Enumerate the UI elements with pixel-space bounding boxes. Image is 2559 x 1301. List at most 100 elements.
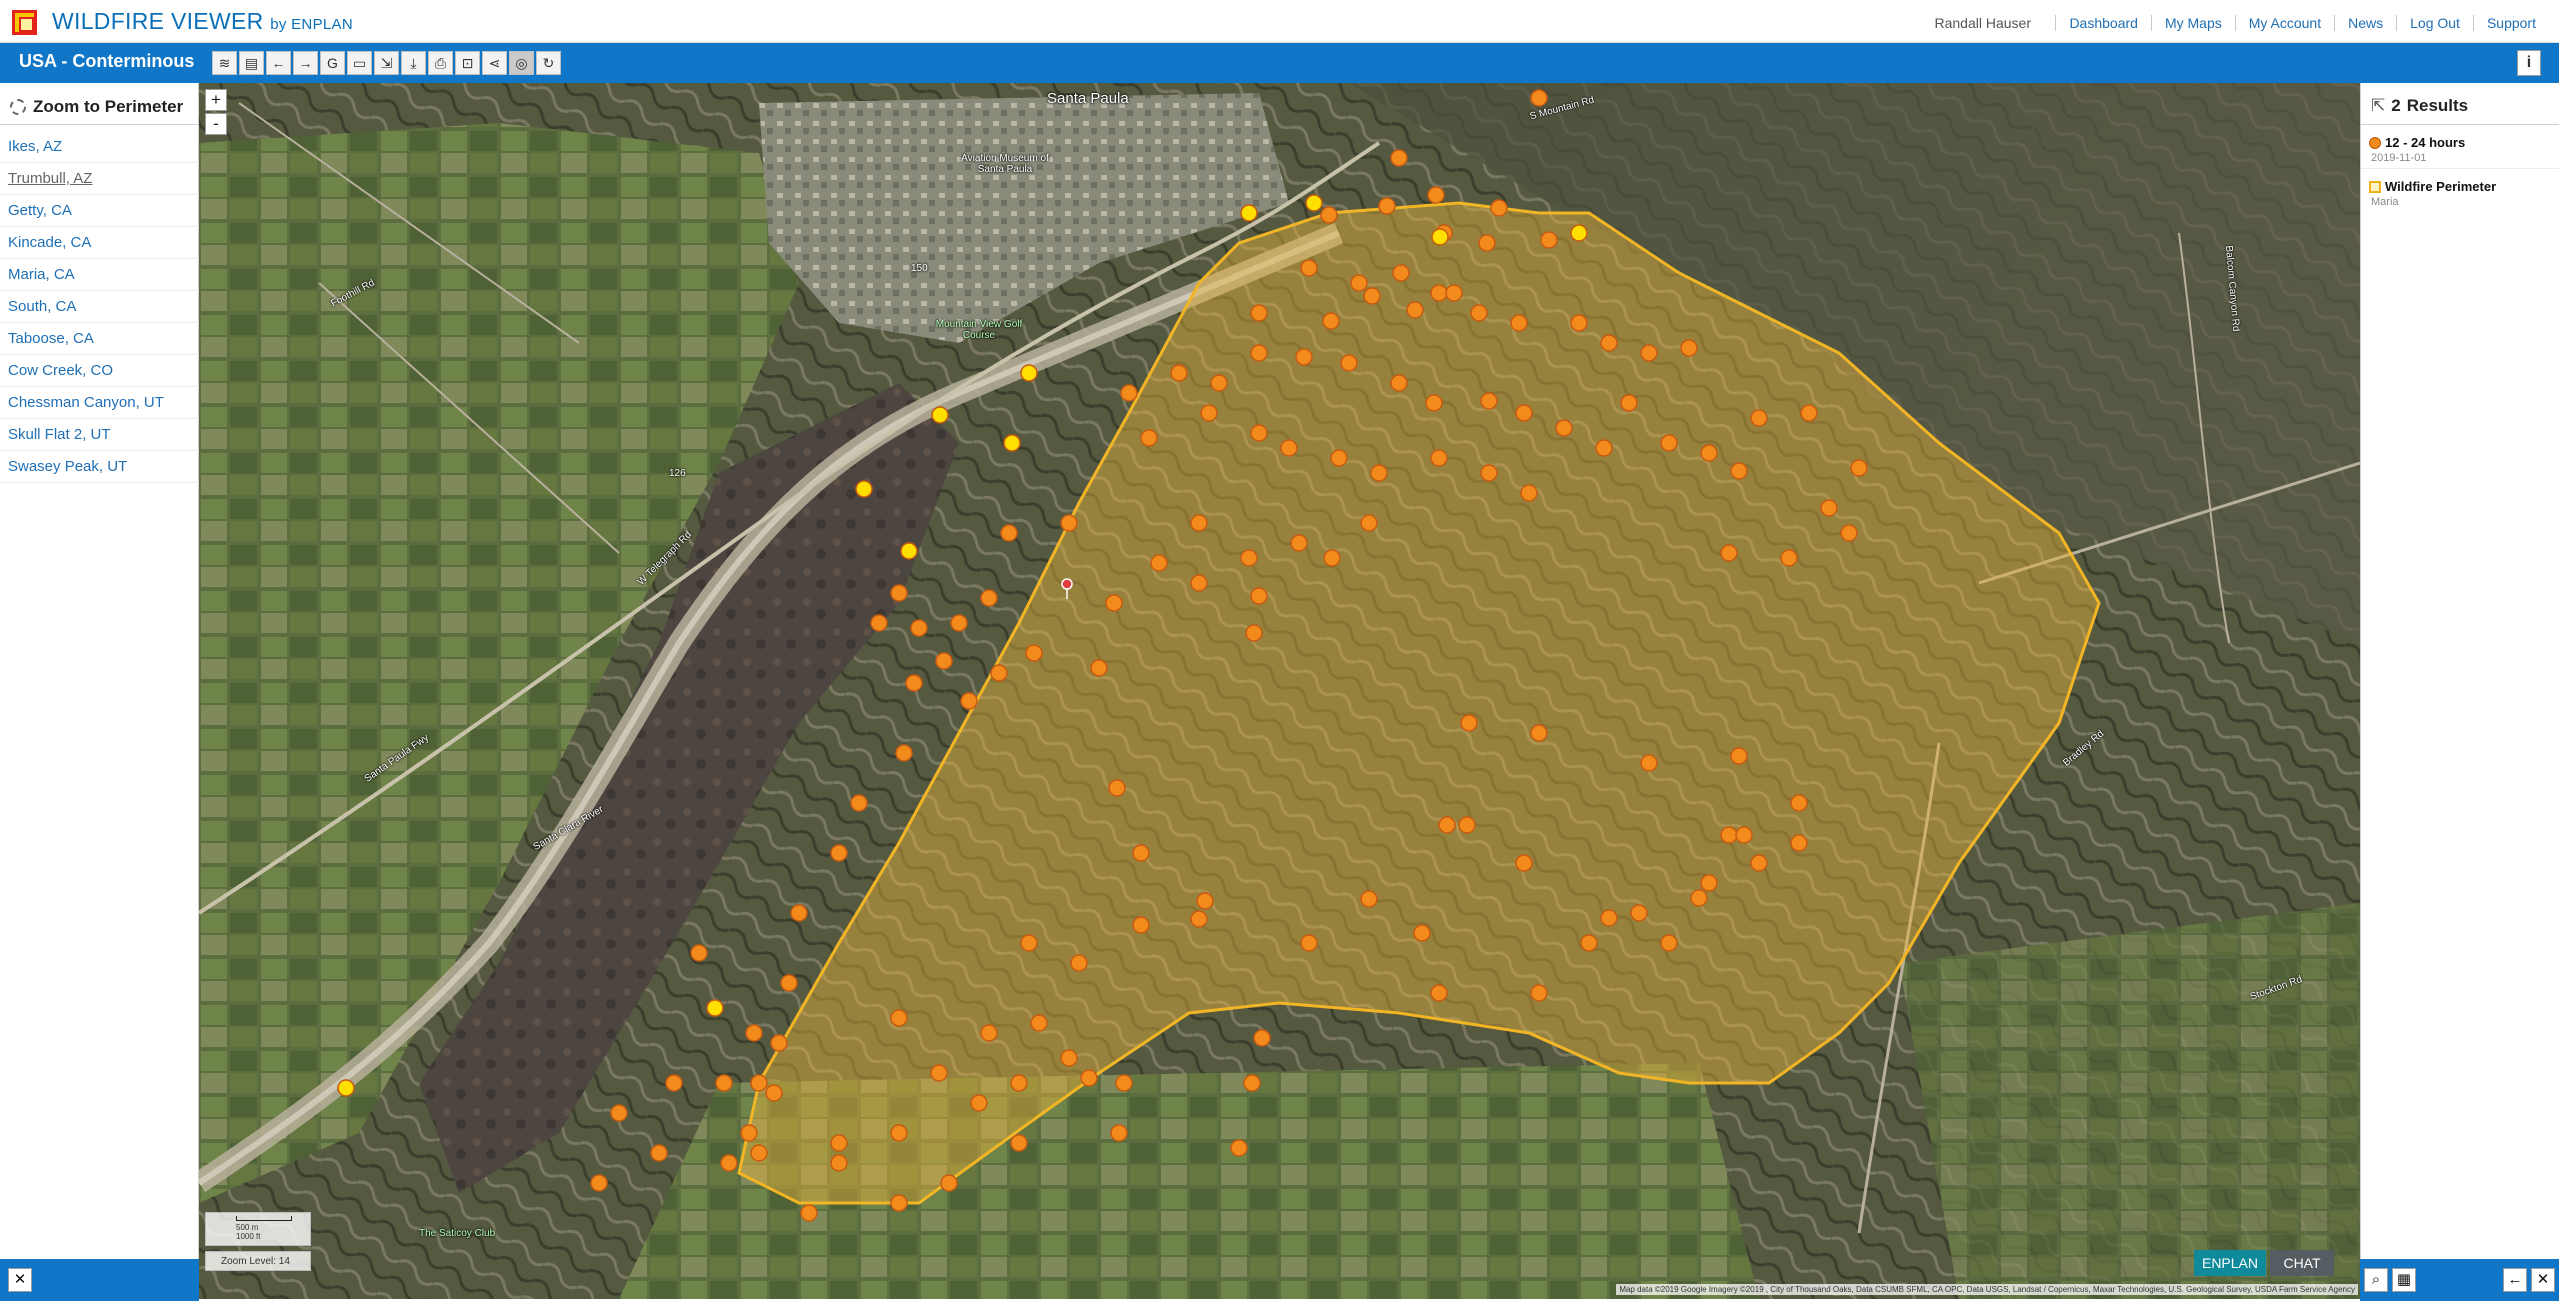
fire-hotspot-icon[interactable]	[1120, 384, 1138, 402]
fire-hotspot-icon[interactable]	[1378, 197, 1396, 215]
fire-hotspot-icon[interactable]	[1720, 544, 1738, 562]
nav-link-support[interactable]: Support	[2472, 15, 2549, 31]
close-right-panel-button[interactable]: ✕	[2531, 1268, 2555, 1292]
arrow-left-button[interactable]: ←	[266, 51, 291, 75]
fire-hotspot-icon[interactable]	[890, 1194, 908, 1212]
fire-hotspot-icon[interactable]	[1020, 934, 1038, 952]
fire-hotspot-icon[interactable]	[1360, 514, 1378, 532]
fire-hotspot-icon[interactable]	[1210, 374, 1228, 392]
fire-hotspot-icon[interactable]	[665, 1074, 683, 1092]
enplan-tab[interactable]: ENPLAN	[2194, 1250, 2266, 1276]
fire-hotspot-icon[interactable]	[1070, 954, 1088, 972]
back-button[interactable]: ←	[2503, 1268, 2527, 1292]
fire-hotspot-icon[interactable]	[1190, 574, 1208, 592]
fire-hotspot-new-icon[interactable]	[1570, 224, 1588, 242]
fire-hotspot-icon[interactable]	[1370, 464, 1388, 482]
fire-hotspot-icon[interactable]	[1200, 404, 1218, 422]
fire-hotspot-icon[interactable]	[1340, 354, 1358, 372]
fire-hotspot-icon[interactable]	[1243, 1074, 1261, 1092]
refresh-button[interactable]: ↻	[536, 51, 561, 75]
fire-hotspot-icon[interactable]	[930, 1064, 948, 1082]
fire-hotspot-icon[interactable]	[1800, 404, 1818, 422]
fire-hotspot-icon[interactable]	[1240, 549, 1258, 567]
nav-link-my-maps[interactable]: My Maps	[2150, 15, 2235, 31]
fire-hotspot-icon[interactable]	[1140, 429, 1158, 447]
fire-hotspot-icon[interactable]	[1750, 854, 1768, 872]
fire-hotspot-icon[interactable]	[765, 1084, 783, 1102]
arrow-right-button[interactable]: →	[293, 51, 318, 75]
g-button[interactable]: G	[320, 51, 345, 75]
fire-hotspot-icon[interactable]	[1392, 264, 1410, 282]
app-title[interactable]: WILDFIRE VIEWER by ENPLAN	[52, 8, 353, 35]
fire-hotspot-icon[interactable]	[1840, 524, 1858, 542]
fire-hotspot-icon[interactable]	[1600, 334, 1618, 352]
fire-hotspot-icon[interactable]	[790, 904, 808, 922]
fire-hotspot-icon[interactable]	[1363, 287, 1381, 305]
fire-hotspot-icon[interactable]	[1030, 1014, 1048, 1032]
fire-hotspot-icon[interactable]	[590, 1174, 608, 1192]
fire-hotspot-icon[interactable]	[770, 1034, 788, 1052]
fire-hotspot-icon[interactable]	[1427, 186, 1445, 204]
select-button[interactable]: ⇲	[374, 51, 399, 75]
fire-hotspot-icon[interactable]	[830, 844, 848, 862]
fire-hotspot-icon[interactable]	[1620, 394, 1638, 412]
fire-hotspot-icon[interactable]	[610, 1104, 628, 1122]
fire-hotspot-icon[interactable]	[1720, 826, 1738, 844]
fire-hotspot-icon[interactable]	[830, 1134, 848, 1152]
nav-link-dashboard[interactable]: Dashboard	[2055, 15, 2151, 31]
perimeter-link[interactable]: Getty, CA	[0, 195, 199, 227]
print-button[interactable]: ⎙	[428, 51, 453, 75]
fire-hotspot-icon[interactable]	[940, 1174, 958, 1192]
fire-hotspot-icon[interactable]	[1790, 834, 1808, 852]
fire-hotspot-icon[interactable]	[750, 1074, 768, 1092]
fire-hotspot-icon[interactable]	[1430, 984, 1448, 1002]
fire-hotspot-icon[interactable]	[1350, 274, 1368, 292]
fire-hotspot-icon[interactable]	[750, 1144, 768, 1162]
fire-hotspot-icon[interactable]	[1190, 910, 1208, 928]
fire-hotspot-new-icon[interactable]	[1431, 228, 1449, 246]
fire-hotspot-icon[interactable]	[740, 1124, 758, 1142]
fire-hotspot-icon[interactable]	[1600, 909, 1618, 927]
zoom-in-button[interactable]: +	[205, 89, 227, 111]
fire-hotspot-icon[interactable]	[1640, 344, 1658, 362]
fire-hotspot-icon[interactable]	[980, 1024, 998, 1042]
fire-hotspot-icon[interactable]	[980, 589, 998, 607]
fire-hotspot-icon[interactable]	[1780, 549, 1798, 567]
fire-hotspot-icon[interactable]	[830, 1154, 848, 1172]
fire-hotspot-icon[interactable]	[1230, 1139, 1248, 1157]
fire-hotspot-icon[interactable]	[1105, 594, 1123, 612]
fire-hotspot-icon[interactable]	[1253, 1029, 1271, 1047]
fire-hotspot-icon[interactable]	[1430, 449, 1448, 467]
perimeter-link[interactable]: Kincade, CA	[0, 227, 199, 259]
perimeter-link[interactable]: Maria, CA	[0, 259, 199, 291]
fire-hotspot-icon[interactable]	[690, 944, 708, 962]
perimeter-link[interactable]: South, CA	[0, 291, 199, 323]
download-button[interactable]: ⤓	[401, 51, 426, 75]
fire-hotspot-icon[interactable]	[895, 744, 913, 762]
fire-hotspot-icon[interactable]	[950, 614, 968, 632]
share-button[interactable]: ⋖	[482, 51, 507, 75]
fire-hotspot-icon[interactable]	[1425, 394, 1443, 412]
fire-hotspot-icon[interactable]	[1010, 1134, 1028, 1152]
fire-hotspot-icon[interactable]	[1060, 1049, 1078, 1067]
fire-hotspot-icon[interactable]	[1025, 644, 1043, 662]
fire-hotspot-icon[interactable]	[1458, 816, 1476, 834]
fire-hotspot-icon[interactable]	[905, 674, 923, 692]
fire-hotspot-icon[interactable]	[1445, 284, 1463, 302]
fire-hotspot-icon[interactable]	[890, 1009, 908, 1027]
fire-hotspot-icon[interactable]	[1540, 231, 1558, 249]
fire-hotspot-icon[interactable]	[935, 652, 953, 670]
fire-hotspot-new-icon[interactable]	[900, 542, 918, 560]
table-view-button[interactable]: ▦	[2392, 1268, 2416, 1292]
perimeter-link[interactable]: Trumbull, AZ	[0, 163, 199, 195]
fire-hotspot-icon[interactable]	[1390, 149, 1408, 167]
fire-hotspot-icon[interactable]	[1108, 779, 1126, 797]
layers-button[interactable]: ≋	[212, 51, 237, 75]
fire-hotspot-icon[interactable]	[870, 614, 888, 632]
fire-hotspot-icon[interactable]	[1580, 934, 1598, 952]
map-view[interactable]: Santa Paula Aviation Museum of Santa Pau…	[199, 83, 2360, 1299]
fire-hotspot-icon[interactable]	[1530, 984, 1548, 1002]
fire-hotspot-icon[interactable]	[1790, 794, 1808, 812]
fire-hotspot-new-icon[interactable]	[1020, 364, 1038, 382]
fire-hotspot-icon[interactable]	[1250, 424, 1268, 442]
